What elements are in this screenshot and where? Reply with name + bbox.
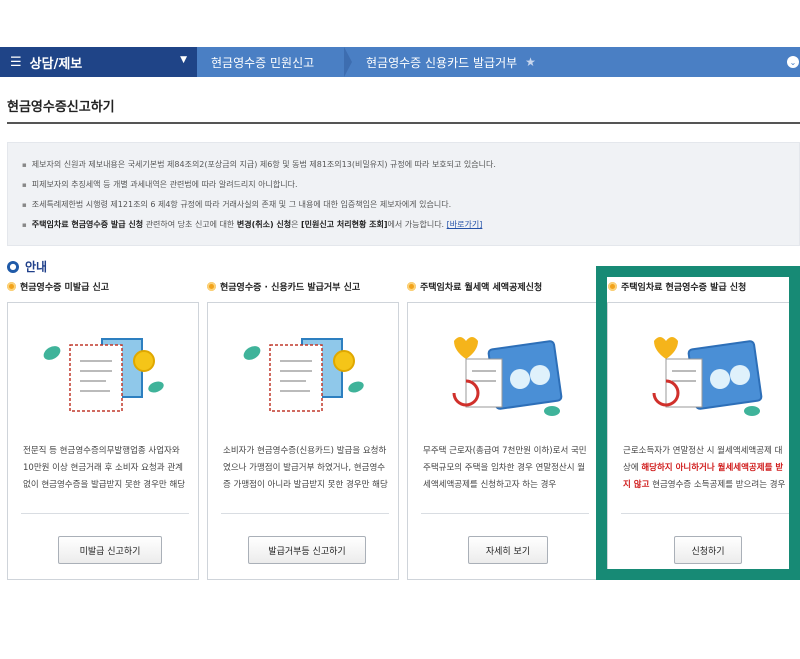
- notice-line: 제보자의 신원과 제보내용은 국세기본법 제84조의2(포상금의 지급) 제6항…: [22, 155, 785, 175]
- notice-box: 제보자의 신원과 제보내용은 국세기본법 제84조의2(포상금의 지급) 제6항…: [7, 142, 800, 246]
- details-button[interactable]: 자세히 보기: [468, 536, 548, 564]
- hamburger-icon: ☰: [10, 54, 22, 70]
- card-heading-unissued: 현금영수증 미발급 신고: [7, 280, 109, 293]
- card-rent-receipt: 근로소득자가 연말정산 시 월세액세액공제 대상에 해당하지 아니하거나 월세세…: [607, 302, 799, 580]
- page-title: 현금영수증신고하기: [7, 100, 115, 115]
- chevron-icon: ⌄: [787, 56, 799, 68]
- card-description: 근로소득자가 연말정산 시 월세액세액공제 대상에 해당하지 아니하거나 월세세…: [623, 443, 788, 494]
- guide-dot-icon: ●: [7, 260, 19, 273]
- breadcrumb-label: 현금영수증 신용카드 발급거부: [366, 55, 518, 70]
- notice-bold: 변경(취소) 신청: [236, 220, 292, 229]
- card-heading-label: 주택임차료 현금영수증 발급 신청: [621, 283, 747, 293]
- title-divider: [7, 122, 800, 124]
- card-divider: [221, 513, 389, 514]
- card-description: 무주택 근로자(총급여 7천만원 이하)로서 국민주택규모의 주택을 임차한 경…: [423, 446, 587, 490]
- card-rent-credit: 무주택 근로자(총급여 7천만원 이하)로서 국민주택규모의 주택을 임차한 경…: [407, 302, 599, 580]
- nav-menu-button[interactable]: ☰ 상담/제보 ▼: [0, 47, 197, 77]
- bullet-icon: [207, 282, 216, 291]
- house-receipt-illustration-icon: [452, 337, 563, 416]
- shortcut-link[interactable]: [바로가기]: [447, 220, 483, 229]
- guide-label: 안내: [25, 260, 48, 274]
- notice-text: 에서 가능합니다.: [387, 220, 447, 229]
- breadcrumb-label: 현금영수증 민원신고: [211, 55, 315, 70]
- guide-heading: ● 안내: [7, 258, 47, 275]
- dropdown-arrow-icon: ▼: [180, 55, 187, 65]
- card-divider: [21, 513, 189, 514]
- receipt-illustration-icon: [243, 338, 364, 412]
- card-divider: [621, 513, 789, 514]
- card-divider: [421, 513, 589, 514]
- card-heading-rent-credit: 주택임차료 월세액 세액공제신청: [407, 280, 542, 293]
- favorite-star-icon[interactable]: ★: [525, 55, 536, 69]
- bullet-icon: [7, 282, 16, 291]
- unissued-report-button[interactable]: 미발급 신고하기: [58, 536, 162, 564]
- card-heading-rent-receipt: 주택임차료 현금영수증 발급 신청: [608, 280, 746, 293]
- notice-bold: [민원신고 처리현황 조회]: [301, 220, 388, 229]
- breadcrumb-cash-receipt-report[interactable]: 현금영수증 민원신고: [197, 47, 344, 77]
- notice-line: 조세특례제한법 시행령 제121조의 6 제4항 규정에 따라 거래사실의 존재…: [22, 195, 785, 215]
- card-refusal: 소비자가 현금영수증(신용카드) 발급을 요청하였으나 가맹점이 발급거부 하였…: [207, 302, 399, 580]
- card-unissued: 전문직 등 현금영수증의무발행업종 사업자와 10만원 이상 현금거래 후 소비…: [7, 302, 199, 580]
- notice-text: 관련하여 당초 신고에 대한: [143, 220, 237, 229]
- receipt-illustration-icon: [43, 338, 164, 412]
- card-description: 소비자가 현금영수증(신용카드) 발급을 요청하였으나 가맹점이 발급거부 하였…: [223, 446, 388, 490]
- house-receipt-illustration-icon: [652, 337, 763, 416]
- apply-button[interactable]: 신청하기: [674, 536, 742, 564]
- card-heading-label: 현금영수증 미발급 신고: [20, 283, 110, 293]
- notice-bold: 주택임차료 현금영수증 발급 신청: [31, 220, 144, 229]
- notice-text: 은: [291, 220, 302, 229]
- card-description-text: 현금영수증 소득공제를 받으려는 경우: [649, 480, 786, 490]
- refusal-report-button[interactable]: 발급거부등 신고하기: [248, 536, 366, 564]
- card-heading-label: 현금영수증 · 신용카드 발급거부 신고: [220, 283, 361, 293]
- nav-main-label: 상담/제보: [29, 56, 83, 72]
- top-nav-bar: ☰ 상담/제보 ▼ 현금영수증 민원신고 현금영수증 신용카드 발급거부 ★ ⌄: [0, 47, 800, 77]
- bullet-icon: [608, 282, 617, 291]
- breadcrumb-card-refusal[interactable]: 현금영수증 신용카드 발급거부 ★: [352, 47, 786, 77]
- notice-line: 피제보자의 추징세액 등 개별 과세내역은 관련법에 따라 알려드리지 아니합니…: [22, 175, 785, 195]
- notice-line: 주택임차료 현금영수증 발급 신청 관련하여 당초 신고에 대한 변경(취소) …: [22, 215, 785, 235]
- breadcrumb-separator: [344, 47, 352, 77]
- bullet-icon: [407, 282, 416, 291]
- card-heading-refusal: 현금영수증 · 신용카드 발급거부 신고: [207, 280, 360, 293]
- card-heading-label: 주택임차료 월세액 세액공제신청: [420, 283, 543, 293]
- card-description: 전문직 등 현금영수증의무발행업종 사업자와 10만원 이상 현금거래 후 소비…: [23, 446, 186, 490]
- nav-more[interactable]: ⌄: [786, 47, 800, 77]
